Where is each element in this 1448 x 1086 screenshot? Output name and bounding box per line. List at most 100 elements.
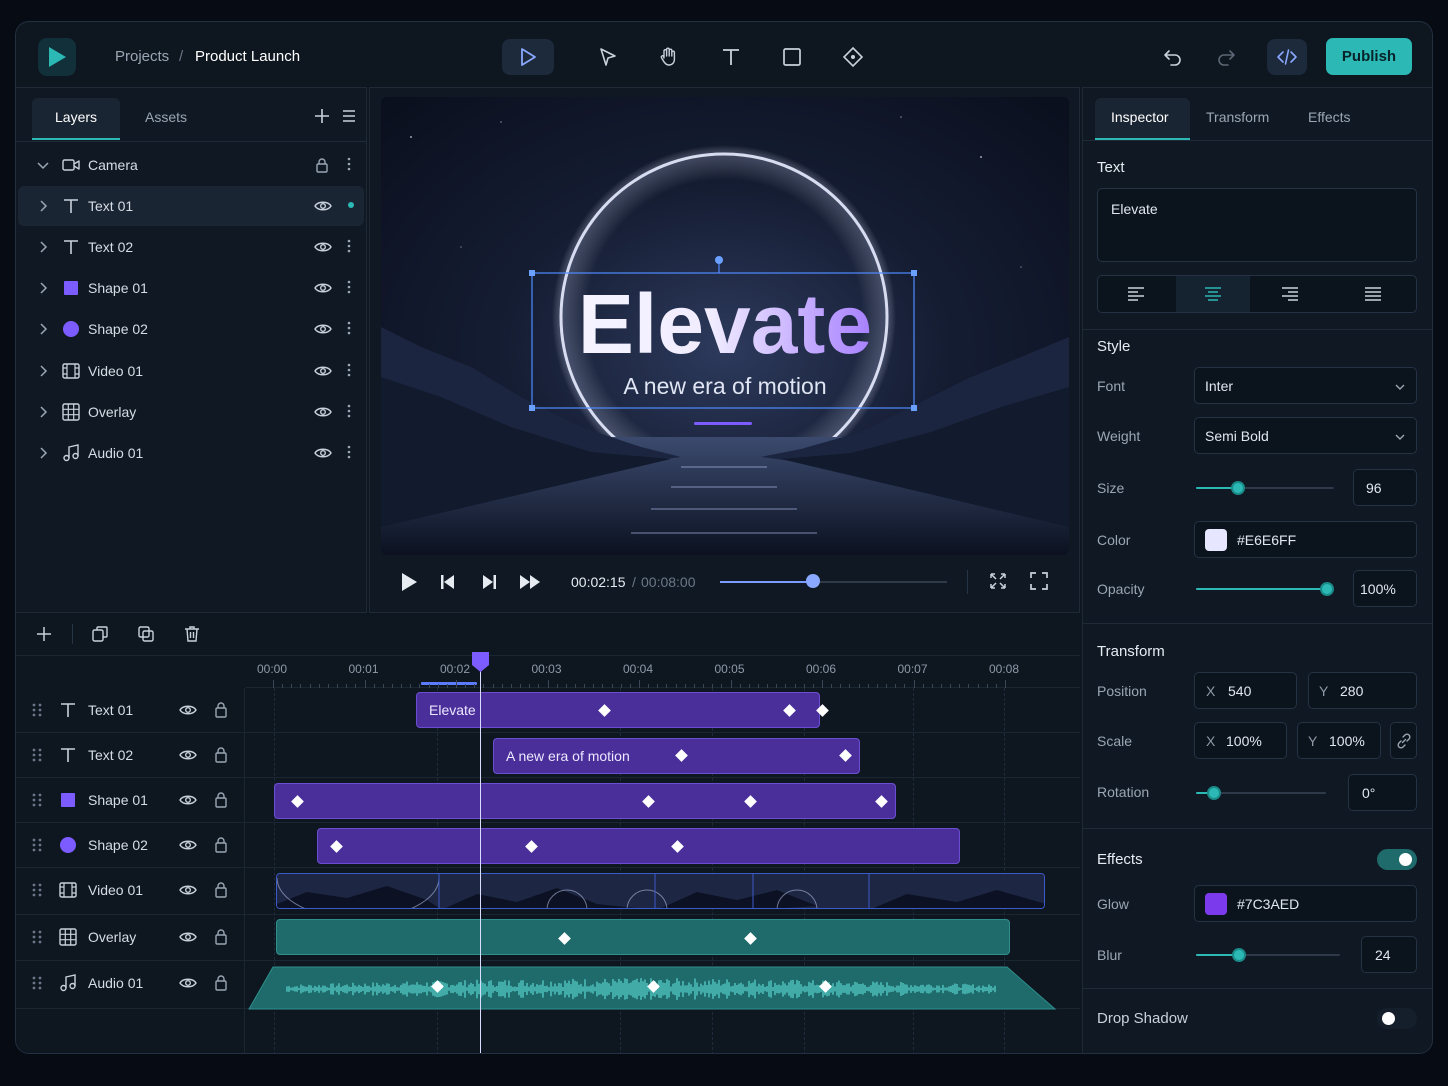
- lock-icon[interactable]: [213, 928, 229, 945]
- blur-slider-handle[interactable]: [1232, 948, 1246, 962]
- hand-tool-button[interactable]: [643, 39, 695, 75]
- lock-icon[interactable]: [213, 974, 229, 991]
- menu-icon[interactable]: [342, 109, 356, 123]
- preview-subtitle[interactable]: A new era of motion: [381, 373, 1069, 400]
- align-center-button[interactable]: [1176, 276, 1250, 312]
- fast-forward-icon[interactable]: [519, 574, 541, 590]
- drag-handle-icon[interactable]: [32, 838, 42, 852]
- drag-handle-icon[interactable]: [32, 883, 42, 897]
- drag-handle-icon[interactable]: [32, 748, 42, 762]
- eye-icon[interactable]: [314, 198, 332, 214]
- size-slider-handle[interactable]: [1231, 481, 1245, 495]
- tab-transform[interactable]: Transform: [1206, 109, 1269, 125]
- rotation-input[interactable]: 0°: [1348, 774, 1417, 811]
- scale-x-input[interactable]: X 100%: [1194, 722, 1287, 759]
- publish-button[interactable]: Publish: [1326, 38, 1412, 75]
- select-tool-button[interactable]: [582, 39, 634, 75]
- eye-icon[interactable]: [179, 702, 197, 718]
- clip-text-01[interactable]: Elevate: [416, 692, 820, 728]
- app-logo[interactable]: [38, 38, 76, 76]
- size-input[interactable]: 96: [1353, 469, 1417, 506]
- rotation-slider-handle[interactable]: [1207, 786, 1221, 800]
- effects-toggle[interactable]: [1377, 849, 1417, 870]
- text-content-input[interactable]: Elevate: [1097, 188, 1417, 262]
- layer-row-shape-01[interactable]: Shape 01: [18, 268, 364, 308]
- eye-icon[interactable]: [179, 837, 197, 853]
- lock-icon[interactable]: [213, 791, 229, 808]
- tab-layers[interactable]: Layers: [32, 98, 120, 140]
- add-track-icon[interactable]: [36, 626, 52, 642]
- weight-select[interactable]: Semi Bold: [1194, 417, 1417, 454]
- drop-shadow-toggle[interactable]: [1377, 1008, 1417, 1029]
- breadcrumb-root[interactable]: Projects: [115, 48, 169, 65]
- skip-back-icon[interactable]: [440, 573, 456, 591]
- add-layer-icon[interactable]: [314, 108, 330, 124]
- duplicate-icon[interactable]: [92, 626, 108, 642]
- blur-input[interactable]: 24: [1361, 936, 1417, 973]
- more-icon[interactable]: [347, 363, 351, 377]
- glow-color-input[interactable]: #7C3AED: [1194, 885, 1417, 922]
- keyframe-tool-button[interactable]: [827, 39, 879, 75]
- eye-icon[interactable]: [314, 404, 332, 420]
- eye-icon[interactable]: [314, 239, 332, 255]
- drag-handle-icon[interactable]: [32, 793, 42, 807]
- rectangle-tool-button[interactable]: [766, 39, 818, 75]
- clip-shape-01[interactable]: [274, 783, 896, 819]
- lock-icon[interactable]: [314, 157, 330, 173]
- align-left-button[interactable]: [1098, 276, 1174, 312]
- play-tool-button[interactable]: [502, 39, 554, 75]
- layer-row-video-01[interactable]: Video 01: [18, 351, 364, 391]
- text-tool-button[interactable]: [705, 39, 757, 75]
- chevron-right-icon[interactable]: [36, 446, 50, 460]
- chevron-right-icon[interactable]: [36, 281, 50, 295]
- clip-overlay[interactable]: [276, 919, 1010, 955]
- eye-icon[interactable]: [314, 321, 332, 337]
- eye-icon[interactable]: [179, 792, 197, 808]
- skip-forward-icon[interactable]: [481, 573, 497, 591]
- drag-handle-icon[interactable]: [32, 976, 42, 990]
- undo-button[interactable]: [1155, 39, 1191, 75]
- layer-row-shape-02[interactable]: Shape 02: [18, 309, 364, 349]
- chevron-right-icon[interactable]: [36, 240, 50, 254]
- eye-icon[interactable]: [179, 882, 197, 898]
- chevron-right-icon[interactable]: [36, 405, 50, 419]
- scale-y-input[interactable]: Y 100%: [1297, 722, 1381, 759]
- more-icon[interactable]: [347, 280, 351, 294]
- layer-row-camera[interactable]: Camera: [18, 145, 364, 185]
- lock-icon[interactable]: [213, 881, 229, 898]
- glow-color-swatch[interactable]: [1205, 893, 1227, 915]
- position-y-input[interactable]: Y 280: [1308, 672, 1417, 709]
- justify-button[interactable]: [1330, 276, 1416, 312]
- drag-handle-icon[interactable]: [32, 930, 42, 944]
- eye-icon[interactable]: [179, 975, 197, 991]
- chevron-right-icon[interactable]: [36, 322, 50, 336]
- preview-title[interactable]: Elevate: [381, 279, 1069, 369]
- eye-icon[interactable]: [314, 445, 332, 461]
- lock-icon[interactable]: [213, 836, 229, 853]
- font-select[interactable]: Inter: [1194, 367, 1417, 404]
- eye-icon[interactable]: [179, 747, 197, 763]
- layer-row-overlay[interactable]: Overlay: [18, 392, 364, 432]
- tab-inspector[interactable]: Inspector: [1095, 98, 1190, 140]
- lock-icon[interactable]: [213, 701, 229, 718]
- opacity-input[interactable]: 100%: [1353, 570, 1417, 607]
- layer-row-text-01[interactable]: Text 01: [18, 186, 364, 226]
- more-icon[interactable]: [347, 404, 351, 418]
- position-x-input[interactable]: X 540: [1194, 672, 1297, 709]
- more-icon[interactable]: [347, 157, 351, 171]
- scale-link-button[interactable]: [1390, 722, 1417, 759]
- clip-shape-02[interactable]: [317, 828, 960, 864]
- more-icon[interactable]: [347, 239, 351, 253]
- play-icon[interactable]: [400, 572, 418, 592]
- redo-button[interactable]: [1208, 39, 1244, 75]
- lock-icon[interactable]: [213, 746, 229, 763]
- color-swatch[interactable]: [1205, 529, 1227, 551]
- chevron-right-icon[interactable]: [36, 199, 50, 213]
- scrubber-handle[interactable]: [806, 574, 821, 588]
- copy-icon[interactable]: [138, 626, 154, 642]
- chevron-right-icon[interactable]: [36, 364, 50, 378]
- fit-screen-icon[interactable]: [989, 572, 1007, 590]
- align-right-button[interactable]: [1252, 276, 1328, 312]
- clip-video-01[interactable]: [276, 873, 1045, 909]
- tab-effects[interactable]: Effects: [1308, 109, 1351, 125]
